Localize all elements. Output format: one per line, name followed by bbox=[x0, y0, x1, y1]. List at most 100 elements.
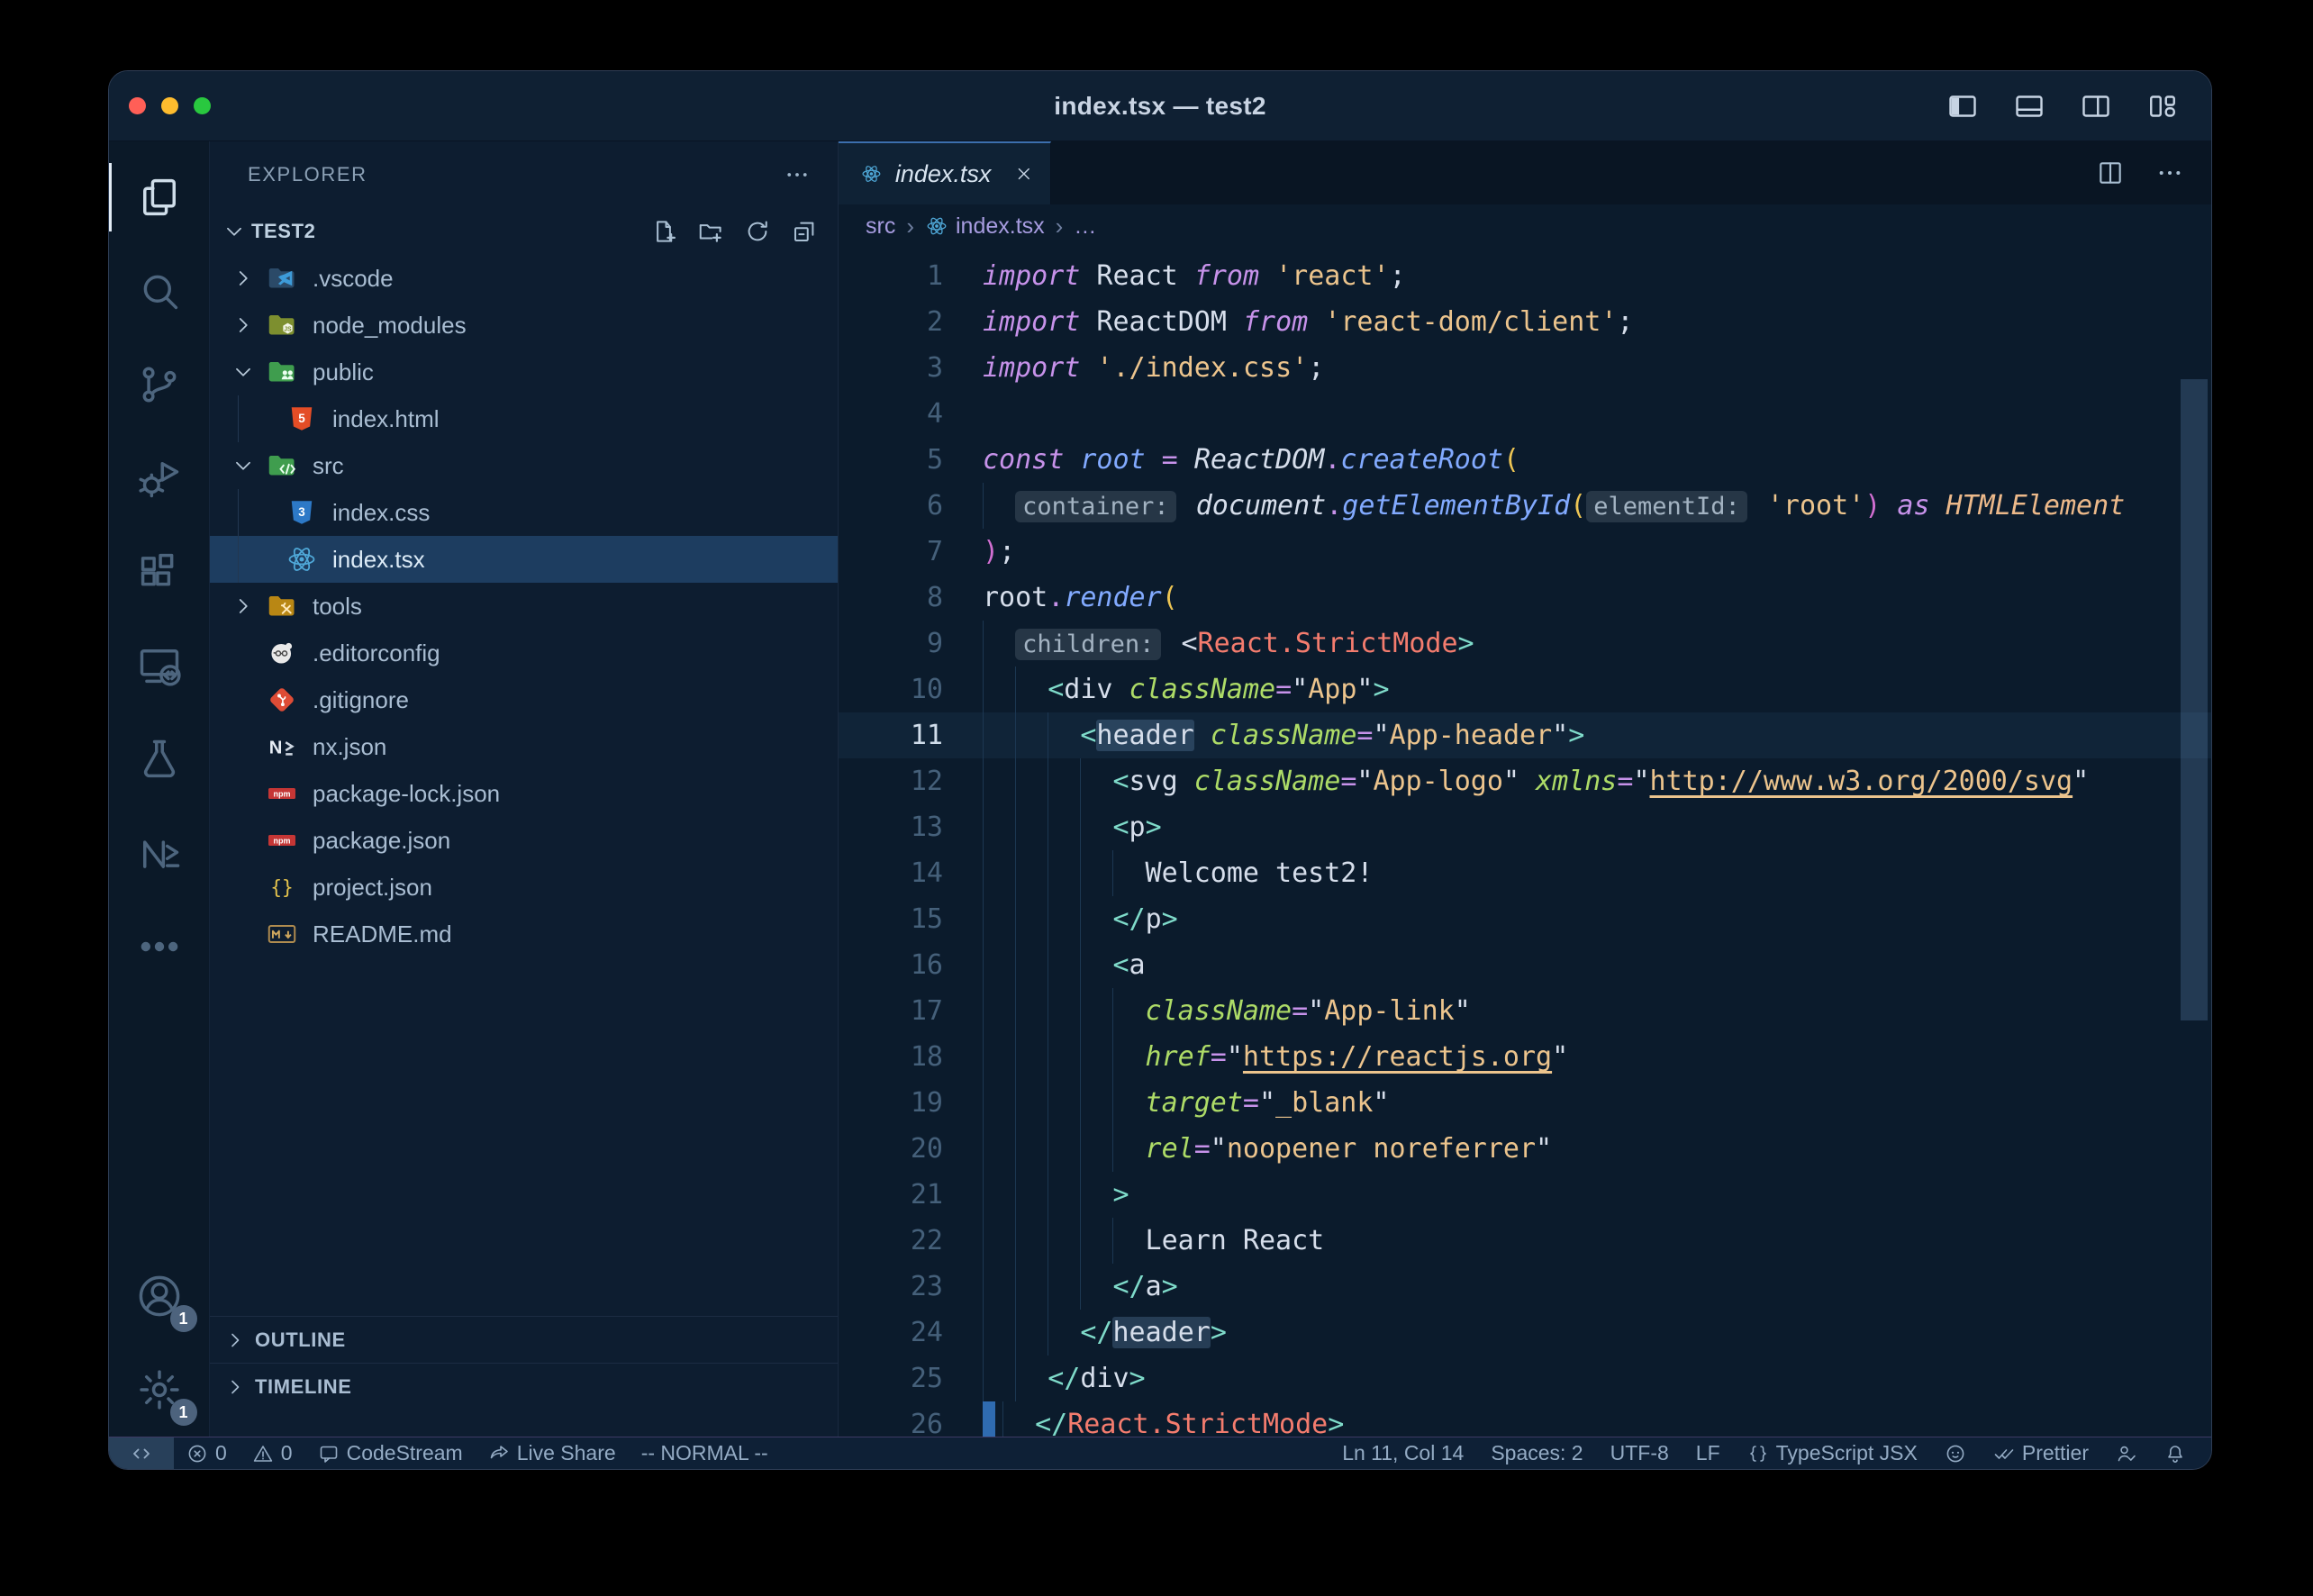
more-actions-icon[interactable] bbox=[2155, 159, 2184, 187]
code-line-6[interactable]: 6container: document.getElementById(elem… bbox=[839, 483, 2211, 529]
layout-panel-bottom-icon[interactable] bbox=[2013, 90, 2045, 122]
code-line-22[interactable]: 22Learn React bbox=[839, 1218, 2211, 1264]
tree-item-vscode[interactable]: .vscode bbox=[210, 255, 838, 302]
activity-source-control[interactable] bbox=[109, 338, 210, 431]
code-line-1[interactable]: 1import React from 'react'; bbox=[839, 253, 2211, 299]
react-icon bbox=[286, 543, 318, 576]
code-line-4[interactable]: 4 bbox=[839, 391, 2211, 437]
breadcrumb-item-more[interactable]: … bbox=[1074, 213, 1096, 240]
close-button[interactable] bbox=[129, 97, 146, 114]
breadcrumb-label: index.tsx bbox=[956, 213, 1045, 240]
activity-settings[interactable]: 1 bbox=[109, 1343, 210, 1437]
tree-item-index-html[interactable]: 5index.html bbox=[210, 395, 838, 442]
code-line-12[interactable]: 12<svg className="App-logo" xmlns="http:… bbox=[839, 758, 2211, 804]
chevron-down-icon bbox=[231, 453, 266, 478]
status-live-share[interactable]: Live Share bbox=[476, 1437, 629, 1469]
tree-item-package-json[interactable]: npmpackage.json bbox=[210, 817, 838, 864]
code-line-24[interactable]: 24</header> bbox=[839, 1310, 2211, 1356]
code-line-3[interactable]: 3import './index.css'; bbox=[839, 345, 2211, 391]
code-line-25[interactable]: 25</div> bbox=[839, 1356, 2211, 1401]
warning-icon bbox=[252, 1443, 274, 1465]
breadcrumb-item-src[interactable]: src bbox=[866, 213, 895, 240]
vertical-scrollbar[interactable] bbox=[2181, 379, 2208, 1020]
split-editor-icon[interactable] bbox=[2096, 159, 2125, 187]
status-encoding[interactable]: UTF-8 bbox=[1610, 1437, 1669, 1469]
status-github[interactable] bbox=[1945, 1437, 1966, 1469]
line-number: 25 bbox=[839, 1356, 983, 1401]
code-line-18[interactable]: 18href="https://reactjs.org" bbox=[839, 1034, 2211, 1080]
tree-item-editorconfig[interactable]: .editorconfig bbox=[210, 630, 838, 676]
layout-sidebar-left-icon[interactable] bbox=[1946, 90, 1979, 122]
layout-sidebar-right-icon[interactable] bbox=[2080, 90, 2112, 122]
activity-extensions[interactable] bbox=[109, 525, 210, 619]
tree-item-node-modules[interactable]: JSnode_modules bbox=[210, 302, 838, 349]
code-editor[interactable]: 1import React from 'react';2import React… bbox=[839, 248, 2211, 1437]
status-vim-mode[interactable]: -- NORMAL -- bbox=[629, 1437, 781, 1469]
breadcrumb-separator: › bbox=[906, 213, 914, 240]
collapse-all-icon[interactable] bbox=[791, 218, 818, 245]
explorer-actions bbox=[650, 218, 818, 245]
activity-nx-console[interactable] bbox=[109, 806, 210, 900]
new-folder-icon[interactable] bbox=[697, 218, 724, 245]
activity-search[interactable] bbox=[109, 244, 210, 338]
code-line-23[interactable]: 23</a> bbox=[839, 1264, 2211, 1310]
status-prettier[interactable]: Prettier bbox=[1993, 1437, 2089, 1469]
activity-accounts[interactable]: 1 bbox=[109, 1249, 210, 1343]
refresh-icon[interactable] bbox=[744, 218, 771, 245]
code-line-19[interactable]: 19target="_blank" bbox=[839, 1080, 2211, 1126]
new-file-icon[interactable] bbox=[650, 218, 677, 245]
activity-remote-explorer[interactable] bbox=[109, 619, 210, 712]
code-line-11[interactable]: 11<header className="App-header"> bbox=[839, 712, 2211, 758]
activity-testing[interactable] bbox=[109, 712, 210, 806]
status-warnings[interactable]: 0 bbox=[240, 1437, 305, 1469]
tree-item-public[interactable]: public bbox=[210, 349, 838, 395]
layout-grid-icon[interactable] bbox=[2146, 90, 2179, 122]
status-remote-indicator[interactable] bbox=[109, 1437, 174, 1469]
panel-outline[interactable]: OUTLINE bbox=[210, 1316, 838, 1363]
code-line-10[interactable]: 10<div className="App"> bbox=[839, 667, 2211, 712]
panel-timeline[interactable]: TIMELINE bbox=[210, 1363, 838, 1410]
tree-item-gitignore[interactable]: .gitignore bbox=[210, 676, 838, 723]
code-line-7[interactable]: 7); bbox=[839, 529, 2211, 575]
activity-run-debug[interactable] bbox=[109, 431, 210, 525]
tree-item-index-tsx[interactable]: index.tsx bbox=[210, 536, 838, 583]
zoom-button[interactable] bbox=[194, 97, 211, 114]
code-line-15[interactable]: 15</p> bbox=[839, 896, 2211, 942]
code-line-5[interactable]: 5const root = ReactDOM.createRoot( bbox=[839, 437, 2211, 483]
explorer-more-icon[interactable] bbox=[784, 161, 811, 188]
code-line-2[interactable]: 2import ReactDOM from 'react-dom/client'… bbox=[839, 299, 2211, 345]
code-line-17[interactable]: 17className="App-link" bbox=[839, 988, 2211, 1034]
project-section-header[interactable]: TEST2 bbox=[210, 208, 838, 255]
tree-item-readme-md[interactable]: README.md bbox=[210, 911, 838, 957]
code-line-8[interactable]: 8root.render( bbox=[839, 575, 2211, 621]
close-icon[interactable] bbox=[1014, 162, 1034, 186]
activity-explorer[interactable] bbox=[109, 150, 210, 244]
code-line-20[interactable]: 20rel="noopener noreferrer" bbox=[839, 1126, 2211, 1172]
status-feedback[interactable] bbox=[2116, 1437, 2137, 1469]
tree-item-nx-json[interactable]: Nnx.json bbox=[210, 723, 838, 770]
minimize-button[interactable] bbox=[161, 97, 178, 114]
breadcrumb-item-index-tsx[interactable]: index.tsx bbox=[925, 213, 1045, 240]
code-line-16[interactable]: 16<a bbox=[839, 942, 2211, 988]
tree-item-src[interactable]: src bbox=[210, 442, 838, 489]
status-codestream[interactable]: CodeStream bbox=[305, 1437, 476, 1469]
status-notifications[interactable] bbox=[2164, 1437, 2186, 1469]
tree-item-project-json[interactable]: {}project.json bbox=[210, 864, 838, 911]
code-line-14[interactable]: 14Welcome test2! bbox=[839, 850, 2211, 896]
activity-more-views[interactable] bbox=[109, 900, 210, 993]
status-eol[interactable]: LF bbox=[1696, 1437, 1720, 1469]
code-line-26[interactable]: 26</React.StrictMode> bbox=[839, 1401, 2211, 1437]
tab-index-tsx[interactable]: index.tsx bbox=[839, 141, 1051, 204]
tree-item-index-css[interactable]: 3index.css bbox=[210, 489, 838, 536]
status-language-mode[interactable]: TypeScript JSX bbox=[1747, 1437, 1918, 1469]
code-line-21[interactable]: 21> bbox=[839, 1172, 2211, 1218]
status-errors[interactable]: 0 bbox=[174, 1437, 240, 1469]
code-line-13[interactable]: 13<p> bbox=[839, 804, 2211, 850]
tree-item-package-lock-json[interactable]: npmpackage-lock.json bbox=[210, 770, 838, 817]
tree-item-label: tools bbox=[313, 593, 362, 621]
code-line-9[interactable]: 9children: <React.StrictMode> bbox=[839, 621, 2211, 667]
tree-item-tools[interactable]: tools bbox=[210, 583, 838, 630]
error-icon bbox=[186, 1443, 208, 1465]
status-indentation[interactable]: Spaces: 2 bbox=[1491, 1437, 1583, 1469]
status-cursor-position[interactable]: Ln 11, Col 14 bbox=[1342, 1437, 1464, 1469]
